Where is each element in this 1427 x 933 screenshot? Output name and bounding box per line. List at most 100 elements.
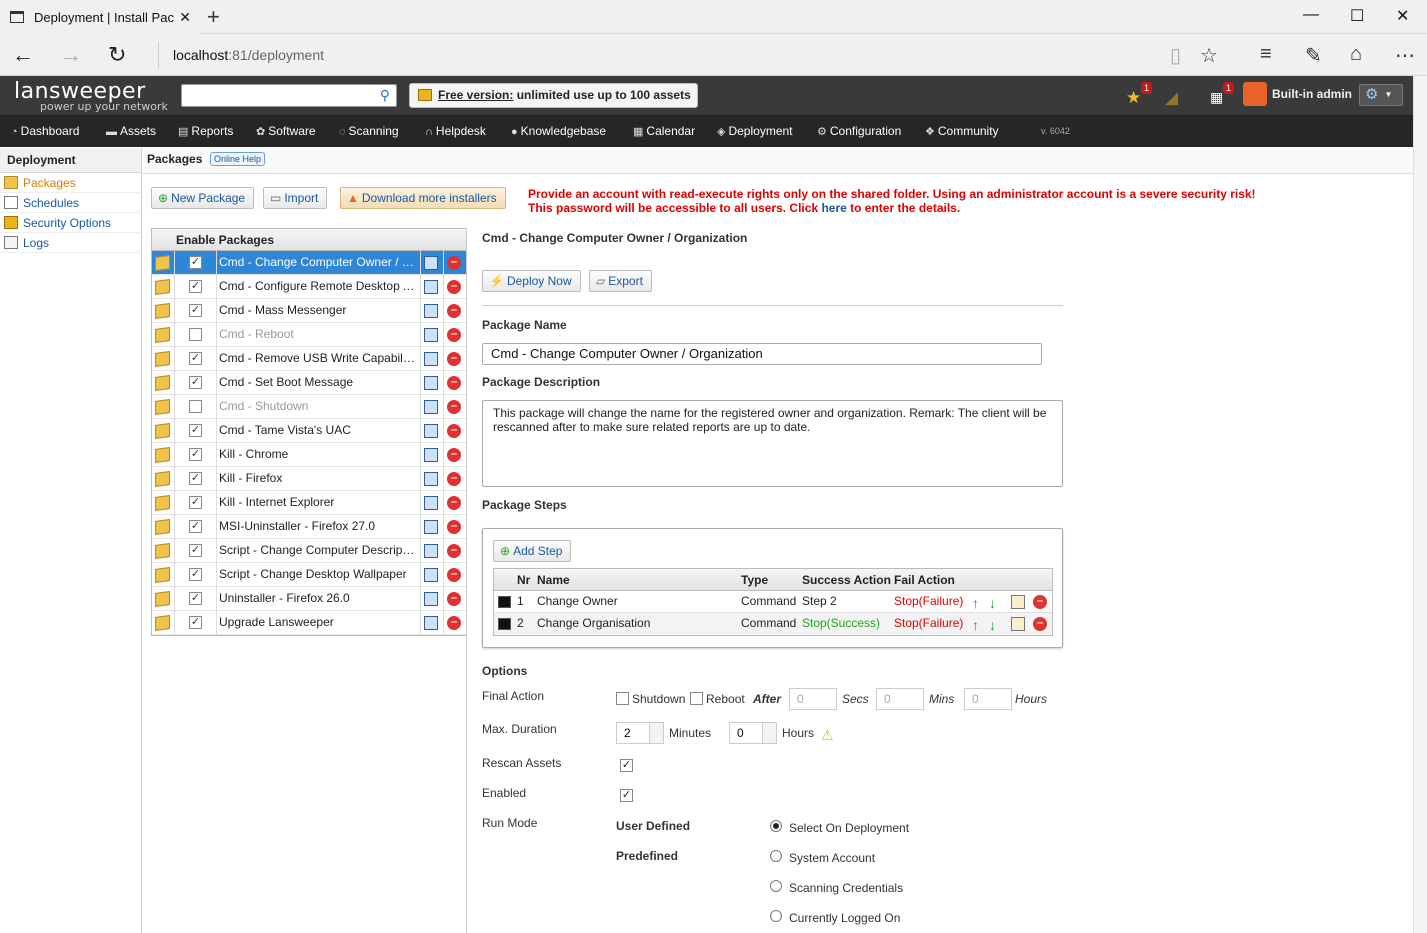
move-down-icon[interactable]: ↓ bbox=[989, 615, 996, 636]
enable-checkbox[interactable]: ✓ bbox=[189, 256, 202, 269]
move-down-icon[interactable]: ↓ bbox=[989, 593, 996, 614]
browser-tab[interactable]: Deployment | Install Pac ✕ bbox=[0, 0, 199, 34]
list-item[interactable]: ✓ Cmd - Mass Messenger – bbox=[152, 299, 466, 323]
copy-icon[interactable] bbox=[424, 280, 438, 294]
minimize-icon[interactable]: — bbox=[1303, 6, 1319, 24]
enable-checkbox[interactable]: ✓ bbox=[189, 280, 202, 293]
copy-icon[interactable] bbox=[424, 304, 438, 318]
copy-icon[interactable] bbox=[424, 328, 438, 342]
edit-icon[interactable] bbox=[1011, 595, 1025, 609]
rescan-assets-checkbox[interactable]: ✓ bbox=[620, 759, 633, 772]
list-item[interactable]: ✓ Cmd - Remove USB Write Capabilities – bbox=[152, 347, 466, 371]
sidebar-item-schedules[interactable]: Schedules bbox=[0, 193, 141, 213]
list-item[interactable]: ✓ Cmd - Change Computer Owner / Organizat… bbox=[152, 251, 466, 275]
search-icon[interactable]: ⚲ bbox=[380, 87, 390, 104]
enable-checkbox[interactable]: ✓ bbox=[189, 448, 202, 461]
share-icon[interactable]: ⌂ bbox=[1350, 43, 1362, 66]
copy-icon[interactable] bbox=[424, 592, 438, 606]
menu-helpdesk[interactable]: ∩ Helpdesk bbox=[425, 124, 486, 138]
menu-knowledgebase[interactable]: ● Knowledgebase bbox=[511, 124, 606, 138]
menu-assets[interactable]: ▬ Assets bbox=[106, 124, 156, 138]
enabled-checkbox[interactable]: ✓ bbox=[620, 789, 633, 802]
enable-checkbox[interactable]: ✓ bbox=[189, 376, 202, 389]
edit-icon[interactable] bbox=[1011, 617, 1025, 631]
package-description-textarea[interactable]: This package will change the name for th… bbox=[482, 400, 1063, 487]
stepper-arrows-icon[interactable] bbox=[649, 723, 663, 743]
star-icon[interactable]: ★ bbox=[1126, 88, 1141, 108]
delete-icon[interactable]: – bbox=[1033, 595, 1047, 609]
sidebar-item-packages[interactable]: Packages bbox=[0, 173, 141, 193]
stepper-arrows-icon[interactable] bbox=[762, 723, 776, 743]
enable-checkbox[interactable]: ✓ bbox=[189, 304, 202, 317]
refresh-icon[interactable]: ↻ bbox=[108, 42, 126, 68]
package-name-input[interactable]: Cmd - Change Computer Owner / Organizati… bbox=[482, 343, 1042, 365]
back-icon[interactable]: ← bbox=[12, 42, 34, 68]
copy-icon[interactable] bbox=[424, 496, 438, 510]
run-mode-radio-select-on-deployment[interactable] bbox=[770, 820, 782, 832]
move-up-icon[interactable]: ↑ bbox=[972, 615, 979, 636]
reboot-checkbox[interactable] bbox=[690, 692, 703, 705]
copy-icon[interactable] bbox=[424, 424, 438, 438]
delete-icon[interactable]: – bbox=[447, 472, 461, 486]
menu-configuration[interactable]: ⚙ Configuration bbox=[817, 124, 901, 138]
enable-checkbox[interactable]: ✓ bbox=[189, 544, 202, 557]
download-installers-button[interactable]: ▲ Download more installers bbox=[340, 187, 506, 209]
enable-checkbox[interactable]: ✓ bbox=[189, 520, 202, 533]
more-icon[interactable]: ⋯ bbox=[1395, 43, 1415, 68]
secs-input[interactable]: 0 bbox=[789, 688, 837, 710]
list-item[interactable]: ✓ MSI-Uninstaller - Firefox 27.0 – bbox=[152, 515, 466, 539]
maximize-icon[interactable]: ☐ bbox=[1350, 6, 1364, 26]
page-scrollbar[interactable] bbox=[1413, 76, 1427, 933]
move-up-icon[interactable]: ↑ bbox=[972, 593, 979, 614]
free-version-banner[interactable]: Free version: unlimited use up to 100 as… bbox=[409, 83, 698, 108]
minutes-stepper[interactable]: 2 bbox=[616, 722, 664, 744]
menu-community[interactable]: ❖ Community bbox=[925, 124, 999, 138]
delete-icon[interactable]: – bbox=[447, 328, 461, 342]
list-item[interactable]: Cmd - Reboot – bbox=[152, 323, 466, 347]
favorite-star-icon[interactable]: ☆ bbox=[1200, 43, 1218, 68]
table-row[interactable]: 2 Change Organisation Command Stop(Succe… bbox=[494, 613, 1052, 635]
address-bar[interactable]: localhost:81/deployment bbox=[158, 42, 938, 68]
menu-calendar[interactable]: ▦ Calendar bbox=[633, 124, 695, 138]
delete-icon[interactable]: – bbox=[447, 376, 461, 390]
deploy-now-button[interactable]: ⚡ Deploy Now bbox=[482, 270, 581, 292]
delete-icon[interactable]: – bbox=[447, 400, 461, 414]
copy-icon[interactable] bbox=[424, 376, 438, 390]
list-item[interactable]: ✓ Kill - Internet Explorer – bbox=[152, 491, 466, 515]
list-item[interactable]: ✓ Kill - Firefox – bbox=[152, 467, 466, 491]
web-note-icon[interactable]: ✎ bbox=[1305, 43, 1322, 68]
list-item[interactable]: ✓ Script - Change Computer Description – bbox=[152, 539, 466, 563]
copy-icon[interactable] bbox=[424, 520, 438, 534]
list-item[interactable]: ✓ Cmd - Set Boot Message – bbox=[152, 371, 466, 395]
run-mode-radio-scanning-credentials[interactable] bbox=[770, 880, 782, 892]
copy-icon[interactable] bbox=[424, 568, 438, 582]
copy-icon[interactable] bbox=[424, 400, 438, 414]
hub-icon[interactable]: ≡ bbox=[1260, 43, 1272, 66]
window-close-icon[interactable]: ✕ bbox=[1396, 6, 1409, 26]
copy-icon[interactable] bbox=[424, 256, 438, 270]
settings-button[interactable]: ⚙ ▼ bbox=[1359, 84, 1403, 106]
copy-icon[interactable] bbox=[424, 352, 438, 366]
menu-deployment[interactable]: ◈ Deployment bbox=[717, 124, 793, 138]
menu-dashboard[interactable]: ◔ Dashboard bbox=[11, 124, 79, 138]
list-item[interactable]: ✓ Upgrade Lansweeper – bbox=[152, 611, 466, 635]
enable-checkbox[interactable]: ✓ bbox=[189, 616, 202, 629]
export-button[interactable]: ▱ Export bbox=[589, 270, 652, 292]
search-input[interactable]: ⚲ bbox=[181, 84, 397, 107]
delete-icon[interactable]: – bbox=[447, 424, 461, 438]
list-item[interactable]: ✓ Cmd - Configure Remote Desktop Access – bbox=[152, 275, 466, 299]
list-item[interactable]: ✓ Uninstaller - Firefox 26.0 – bbox=[152, 587, 466, 611]
delete-icon[interactable]: – bbox=[1033, 617, 1047, 631]
delete-icon[interactable]: – bbox=[447, 448, 461, 462]
run-mode-radio-currently-logged-on[interactable] bbox=[770, 910, 782, 922]
menu-software[interactable]: ✿ Software bbox=[256, 124, 316, 138]
list-item[interactable]: ✓ Script - Change Desktop Wallpaper – bbox=[152, 563, 466, 587]
sidebar-item-logs[interactable]: Logs bbox=[0, 233, 141, 253]
enable-checkbox[interactable]: ✓ bbox=[189, 496, 202, 509]
new-tab-icon[interactable]: + bbox=[207, 4, 220, 30]
duration-hours-stepper[interactable]: 0 bbox=[729, 722, 777, 744]
delete-icon[interactable]: – bbox=[447, 304, 461, 318]
delete-icon[interactable]: – bbox=[447, 568, 461, 582]
calendar-icon[interactable]: ▦ bbox=[1210, 89, 1223, 106]
bell-icon[interactable]: ◢ bbox=[1165, 88, 1178, 108]
